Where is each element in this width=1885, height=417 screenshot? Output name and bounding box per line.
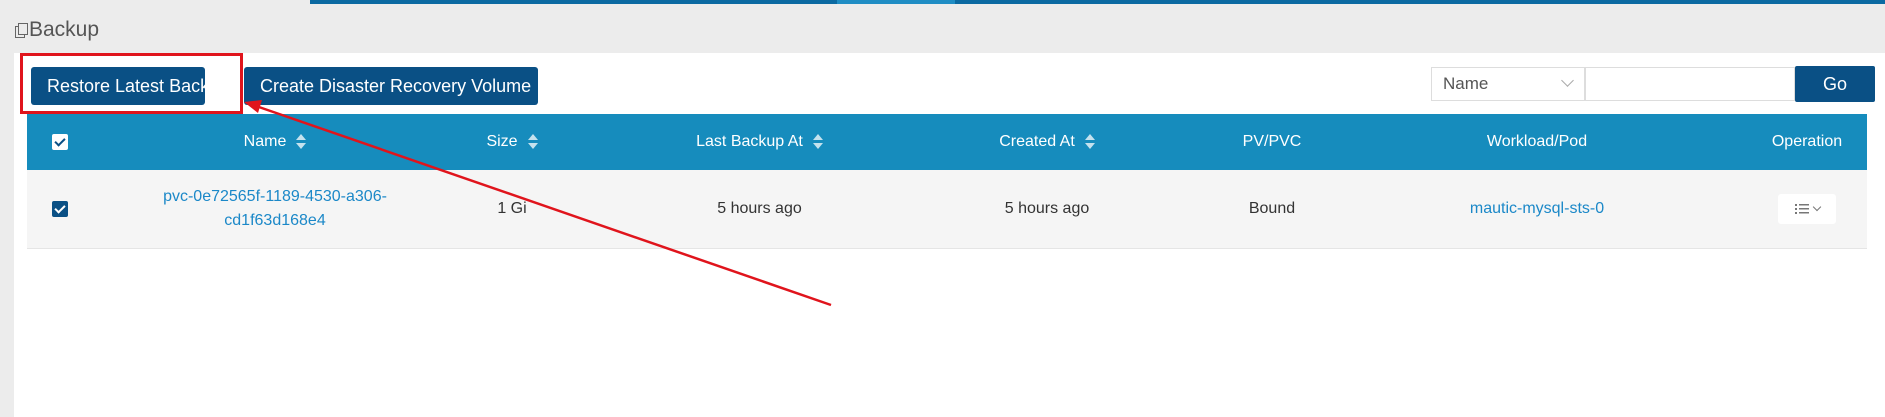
arrow-head-icon [244,100,262,113]
annotation-arrow [244,100,832,307]
annotation-arrow-line [255,104,832,307]
